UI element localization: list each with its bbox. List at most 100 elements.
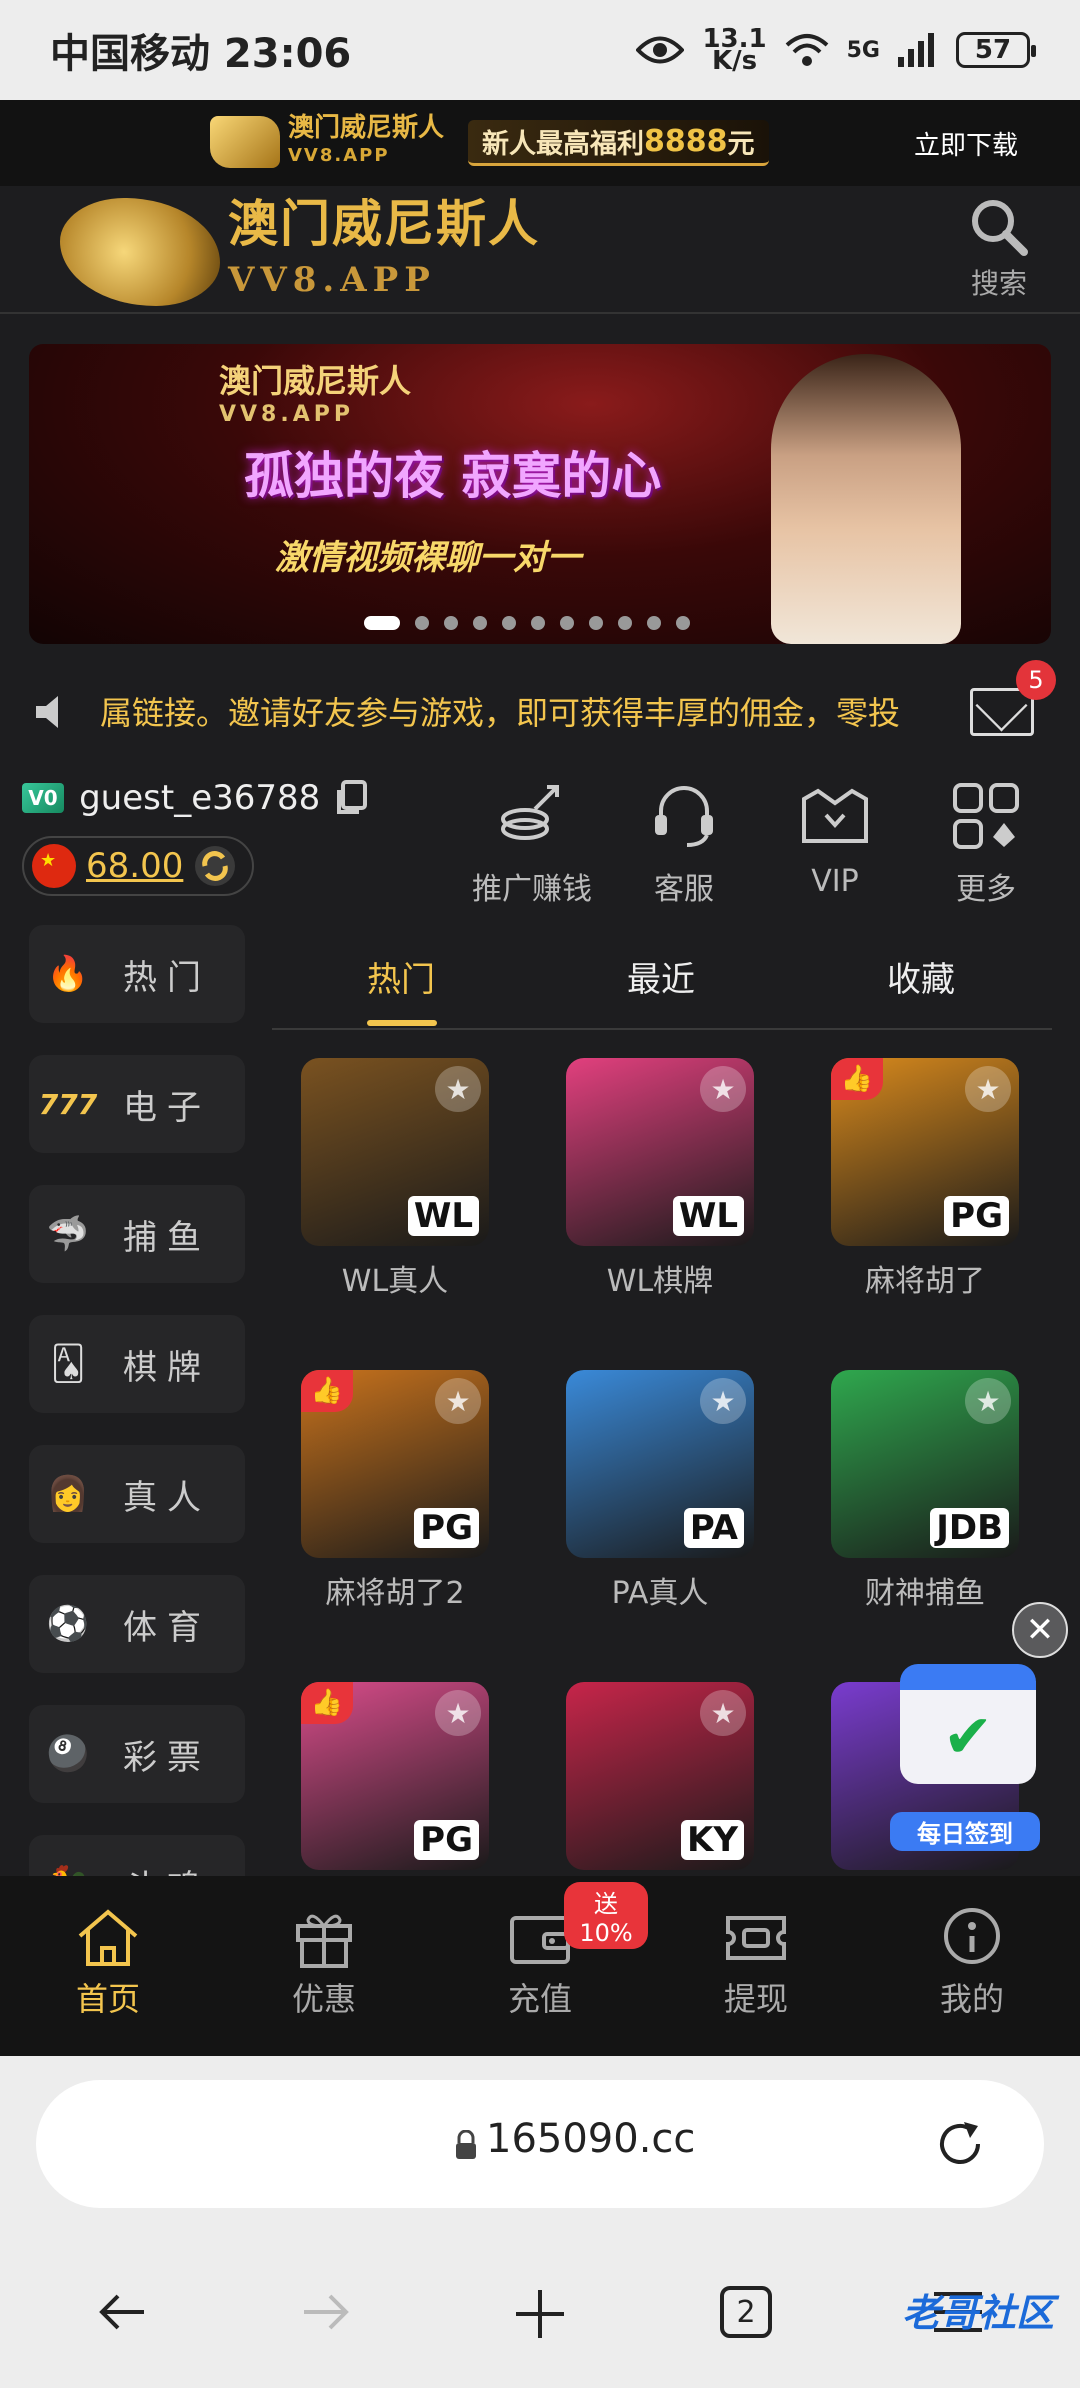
nav-promotions[interactable]: 优惠 [216, 1876, 432, 2056]
battery-indicator: 57 [956, 32, 1036, 68]
game-thumbnail[interactable]: ★ JDB [831, 1370, 1019, 1558]
quick-action-more[interactable]: 更多 [916, 776, 1056, 908]
game-card[interactable]: 👍 ★ PG [301, 1682, 489, 1880]
favorite-star-icon[interactable]: ★ [700, 1066, 746, 1112]
quick-action-promote[interactable]: 推广赚钱 [462, 776, 602, 908]
sidebar-item-slots[interactable]: 777 电子 [29, 1055, 245, 1153]
game-thumbnail[interactable]: 👍 ★ PG [301, 1370, 489, 1558]
status-bar: 中国移动 23:06 13.1 K/s 5G 57 [0, 0, 1080, 100]
back-arrow-icon[interactable] [96, 2286, 148, 2338]
lock-icon [456, 2130, 476, 2159]
address-bar[interactable]: 165090.cc [36, 2080, 1044, 2208]
shark-icon: 🦈 [46, 1214, 90, 1254]
game-card[interactable]: 👍 ★ PG 麻将胡了 [831, 1058, 1019, 1300]
sidebar-item-lottery[interactable]: 🎱 彩票 [29, 1705, 245, 1803]
game-thumbnail[interactable]: 👍 ★ PG [301, 1682, 489, 1870]
sidebar-item-hot[interactable]: 🔥 热门 [29, 925, 245, 1023]
favorite-star-icon[interactable]: ★ [700, 1378, 746, 1424]
favorite-star-icon[interactable]: ★ [435, 1378, 481, 1424]
tab-hot[interactable]: 热门 [367, 952, 435, 1001]
brand-logo[interactable]: 澳门威尼斯人 VV8.APP [60, 196, 540, 308]
game-thumbnail[interactable]: 👍 ★ PG [831, 1058, 1019, 1246]
nav-withdraw[interactable]: 提现 [648, 1876, 864, 2056]
watermark-logo: 老哥社区 [901, 2291, 1054, 2335]
favorite-star-icon[interactable]: ★ [965, 1066, 1011, 1112]
promo-banner-carousel[interactable]: 澳门威尼斯人 VV8.APP 孤独的夜 寂寞的心 激情视频裸聊一对一 [29, 344, 1051, 644]
forward-arrow-icon[interactable] [300, 2286, 352, 2338]
tab-recent[interactable]: 最近 [627, 952, 695, 1001]
sidebar-item-cards[interactable]: 🂡 棋牌 [29, 1315, 245, 1413]
reload-icon[interactable] [932, 2116, 988, 2172]
game-card[interactable]: 👍 ★ PG 麻将胡了2 [301, 1370, 489, 1612]
carousel-dot[interactable] [444, 616, 458, 630]
quick-action-service[interactable]: 客服 [614, 776, 754, 908]
game-name: 麻将胡了2 [325, 1576, 465, 1611]
user-info: V0 guest_e36788 [22, 778, 369, 818]
headset-icon [644, 776, 724, 856]
game-card[interactable]: ★ WL WL棋牌 [566, 1058, 754, 1300]
close-float-button[interactable]: ✕ [1012, 1602, 1068, 1658]
speaker-icon [36, 696, 58, 728]
carousel-dot[interactable] [676, 616, 690, 630]
browser-chrome: 165090.cc 2 老哥社区 [0, 2056, 1080, 2388]
nav-deposit[interactable]: 充值 送10% [432, 1876, 648, 2056]
refresh-balance-icon[interactable] [193, 844, 237, 888]
wifi-icon [785, 34, 828, 66]
crown-icon [795, 776, 875, 856]
tab-active-indicator [367, 1020, 437, 1026]
net-speed: 13.1 K/s [702, 24, 767, 76]
vip-level-badge: V0 [22, 783, 64, 813]
favorite-star-icon[interactable]: ★ [435, 1066, 481, 1112]
favorite-star-icon[interactable]: ★ [700, 1690, 746, 1736]
coins-icon [492, 776, 572, 856]
carousel-dot[interactable] [618, 616, 632, 630]
favorite-star-icon[interactable]: ★ [965, 1378, 1011, 1424]
carousel-dot[interactable] [647, 616, 661, 630]
game-thumbnail[interactable]: ★ WL [301, 1058, 489, 1246]
balance-pill[interactable]: 68.00 [22, 836, 254, 896]
eye-icon [636, 36, 685, 64]
url-text: 165090.cc [486, 2116, 696, 2162]
carousel-dot[interactable] [364, 616, 400, 630]
quick-action-vip[interactable]: VIP [765, 776, 905, 899]
carousel-dots[interactable] [364, 616, 690, 630]
carousel-dot[interactable] [589, 616, 603, 630]
carousel-dot[interactable] [560, 616, 574, 630]
mail-badge: 5 [1016, 660, 1056, 700]
tab-favorites[interactable]: 收藏 [887, 952, 955, 1001]
game-card[interactable]: ★ JDB 财神捕鱼 [831, 1370, 1019, 1612]
game-thumbnail[interactable]: ★ PA [566, 1370, 754, 1558]
soccer-icon: ⚽ [46, 1604, 90, 1644]
provider-badge: WL [672, 1196, 744, 1236]
copy-icon[interactable] [335, 780, 369, 816]
daily-checkin-button[interactable]: ✔ 每日签到 [890, 1652, 1040, 1862]
tab-switcher-button[interactable]: 2 [720, 2286, 772, 2338]
more-grid-icon [946, 776, 1026, 856]
nav-profile[interactable]: 我的 [864, 1876, 1080, 2056]
fire-icon: 🔥 [46, 954, 90, 994]
new-tab-plus-icon[interactable] [512, 2286, 568, 2342]
category-sidebar: 🔥热门 777电子 🦈捕鱼 🂡棋牌 👩真人 ⚽体育 🎱彩票 🐓斗鸡 [29, 925, 245, 1965]
game-card[interactable]: ★ PA PA真人 [566, 1370, 754, 1612]
carousel-dot[interactable] [415, 616, 429, 630]
sidebar-item-live[interactable]: 👩 真人 [29, 1445, 245, 1543]
game-card[interactable]: ★ WL WL真人 [301, 1058, 489, 1300]
carousel-dot[interactable] [502, 616, 516, 630]
cards-icon: 🂡 [50, 1344, 86, 1384]
banner-model-image [771, 354, 961, 644]
gift-icon [296, 1914, 352, 1968]
game-card[interactable]: ★ KY [566, 1682, 754, 1880]
game-thumbnail[interactable]: ★ WL [566, 1058, 754, 1246]
download-promo-bar[interactable]: 澳门威尼斯人 VV8.APP 新人最高福利 8888 元 立即下载 [0, 100, 1080, 186]
game-thumbnail[interactable]: ★ KY [566, 1682, 754, 1870]
search-button[interactable]: 搜索 [954, 196, 1044, 302]
deposit-bonus-badge: 送10% [564, 1882, 648, 1949]
username: guest_e36788 [79, 778, 321, 818]
favorite-star-icon[interactable]: ★ [435, 1690, 481, 1736]
download-now-button[interactable]: 立即下载 [914, 125, 1018, 162]
sidebar-item-sports[interactable]: ⚽ 体育 [29, 1575, 245, 1673]
carousel-dot[interactable] [473, 616, 487, 630]
nav-home[interactable]: 首页 [0, 1876, 216, 2056]
sidebar-item-fishing[interactable]: 🦈 捕鱼 [29, 1185, 245, 1283]
carousel-dot[interactable] [531, 616, 545, 630]
